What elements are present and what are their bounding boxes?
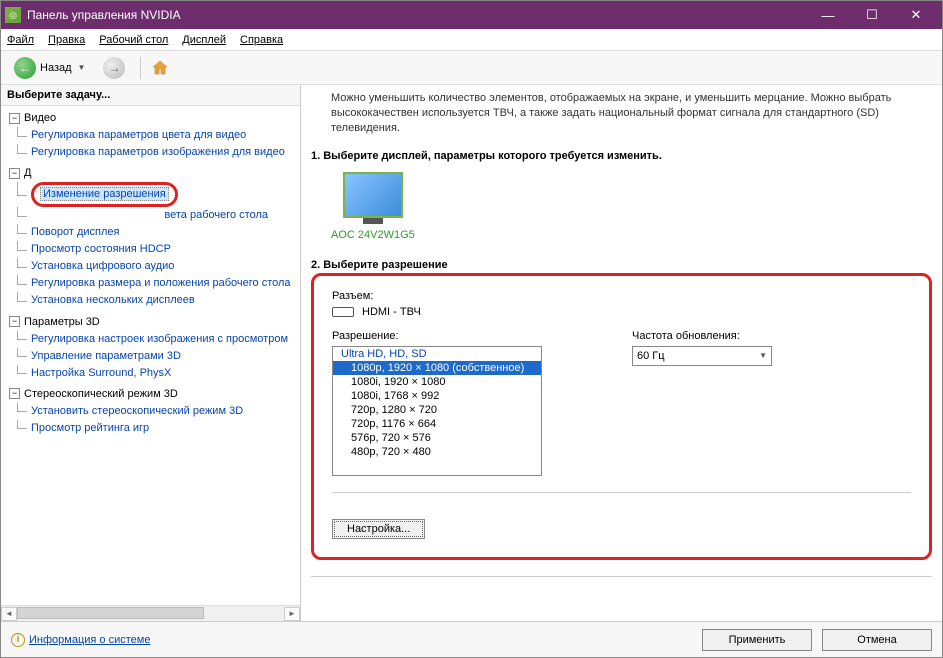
nvidia-icon: ◎ (5, 7, 21, 23)
highlight-marker: Изменение разрешения (31, 182, 178, 207)
back-arrow-icon: ← (14, 57, 36, 79)
separator (140, 57, 141, 79)
resolution-option[interactable]: 720p, 1280 × 720 (333, 403, 541, 417)
titlebar[interactable]: ◎ Панель управления NVIDIA — ☐ ✕ (1, 1, 942, 29)
menu-desktop[interactable]: Рабочий стол (99, 34, 168, 46)
tree-item[interactable]: Установить стереоскопический режим 3D (31, 405, 243, 417)
menu-display[interactable]: Дисплей (182, 34, 226, 46)
cancel-button[interactable]: Отмена (822, 629, 932, 651)
system-info-link[interactable]: i Информация о системе (11, 633, 150, 647)
refresh-label: Частота обновления: (632, 330, 772, 342)
resolution-settings-panel: Разъем: HDMI - ТВЧ Разрешение: Ultra HD,… (311, 273, 932, 560)
menu-edit[interactable]: Правка (48, 34, 85, 46)
section2-title: 2. Выберите разрешение (311, 259, 932, 271)
menubar: Файл Правка Рабочий стол Дисплей Справка (1, 29, 942, 51)
resolution-option[interactable]: 1080i, 1920 × 1080 (333, 375, 541, 389)
section1-title: 1. Выберите дисплей, параметры которого … (311, 150, 932, 162)
close-button[interactable]: ✕ (894, 1, 938, 29)
info-icon: i (11, 633, 25, 647)
tree-group-stereo3d[interactable]: Стереоскопический режим 3D (24, 388, 178, 400)
horizontal-scrollbar[interactable]: ◄ ► (1, 605, 300, 621)
home-button[interactable] (149, 57, 171, 79)
scroll-thumb[interactable] (17, 607, 204, 619)
nvidia-control-panel-window: ◎ Панель управления NVIDIA — ☐ ✕ Файл Пр… (0, 0, 943, 658)
content-area: Выберите задачу... −Видео Регулировка па… (1, 85, 942, 621)
back-button[interactable]: ← Назад ▼ (7, 54, 92, 82)
resolution-listbox[interactable]: Ultra HD, HD, SD 1080p, 1920 × 1080 (соб… (332, 346, 542, 476)
resolution-option[interactable]: 720p, 1176 × 664 (333, 417, 541, 431)
tree-item[interactable]: Установка цифрового аудио (31, 260, 174, 272)
tree-item[interactable]: Поворот дисплея (31, 226, 119, 238)
tree-item-change-resolution[interactable]: Изменение разрешения (40, 187, 169, 201)
tree-item[interactable]: Управление параметрами 3D (31, 350, 181, 362)
monitor-item[interactable]: AOC 24V2W1G5 (331, 172, 415, 241)
connector-value: HDMI - ТВЧ (362, 306, 421, 318)
tree-item[interactable]: Регулировка размера и положения рабочего… (31, 277, 291, 289)
divider (332, 492, 911, 493)
minimize-button[interactable]: — (806, 1, 850, 29)
resolution-label: Разрешение: (332, 330, 542, 342)
scroll-right-arrow[interactable]: ► (284, 607, 300, 621)
task-tree[interactable]: −Видео Регулировка параметров цвета для … (1, 106, 300, 605)
menu-file[interactable]: Файл (7, 34, 34, 46)
home-icon (150, 58, 170, 78)
collapse-icon[interactable]: − (9, 388, 20, 399)
tree-group-display[interactable]: Д (24, 167, 31, 179)
tree-item[interactable]: Просмотр состояния HDCP (31, 243, 171, 255)
apply-button[interactable]: Применить (702, 629, 812, 651)
monitor-label: AOC 24V2W1G5 (331, 229, 415, 241)
collapse-icon[interactable]: − (9, 113, 20, 124)
refresh-value: 60 Гц (637, 350, 665, 362)
bottom-bar: i Информация о системе Применить Отмена (1, 621, 942, 657)
menu-help[interactable]: Справка (240, 34, 283, 46)
tree-item[interactable]: Регулировка параметров цвета для видео (31, 129, 246, 141)
tree-item[interactable]: Регулировка параметров изображения для в… (31, 146, 285, 158)
collapse-icon[interactable]: − (9, 316, 20, 327)
connector-label: Разъем: (332, 290, 911, 302)
tree-group-video[interactable]: Видео (24, 112, 56, 124)
resolution-option[interactable]: 480p, 720 × 480 (333, 445, 541, 459)
forward-arrow-icon: → (103, 57, 125, 79)
description-text: Можно уменьшить количество элементов, от… (331, 91, 932, 136)
refresh-rate-combo[interactable]: 60 Гц ▼ (632, 346, 772, 366)
resolution-option[interactable]: 576p, 720 × 576 (333, 431, 541, 445)
tree-item[interactable]: Установка нескольких дисплеев (31, 294, 195, 306)
customize-button[interactable]: Настройка... (332, 519, 425, 539)
monitor-icon (343, 172, 403, 218)
collapse-icon[interactable]: − (9, 168, 20, 179)
main-panel: Можно уменьшить количество элементов, от… (301, 85, 942, 621)
maximize-button[interactable]: ☐ (850, 1, 894, 29)
tree-item[interactable]: Просмотр рейтинга игр (31, 422, 149, 434)
hdmi-icon (332, 307, 354, 317)
tree-group-3d[interactable]: Параметры 3D (24, 316, 100, 328)
window-title: Панель управления NVIDIA (27, 8, 806, 22)
toolbar: ← Назад ▼ → (1, 51, 942, 85)
forward-button[interactable]: → (96, 54, 132, 82)
scroll-left-arrow[interactable]: ◄ (1, 607, 17, 621)
chevron-down-icon: ▼ (759, 351, 767, 360)
resolution-category: Ultra HD, HD, SD (333, 347, 541, 361)
sidebar: Выберите задачу... −Видео Регулировка па… (1, 85, 301, 621)
chevron-down-icon[interactable]: ▼ (78, 63, 86, 72)
tree-item[interactable]: Регулировка настроек изображения с просм… (31, 333, 288, 345)
tree-item[interactable]: вета рабочего стола (164, 209, 268, 221)
scroll-track[interactable] (17, 607, 284, 621)
divider (311, 576, 932, 577)
task-header: Выберите задачу... (1, 85, 300, 106)
tree-item[interactable]: Настройка Surround, PhysX (31, 367, 171, 379)
resolution-option[interactable]: 1080i, 1768 × 992 (333, 389, 541, 403)
resolution-option[interactable]: 1080p, 1920 × 1080 (собственное) (333, 361, 541, 375)
